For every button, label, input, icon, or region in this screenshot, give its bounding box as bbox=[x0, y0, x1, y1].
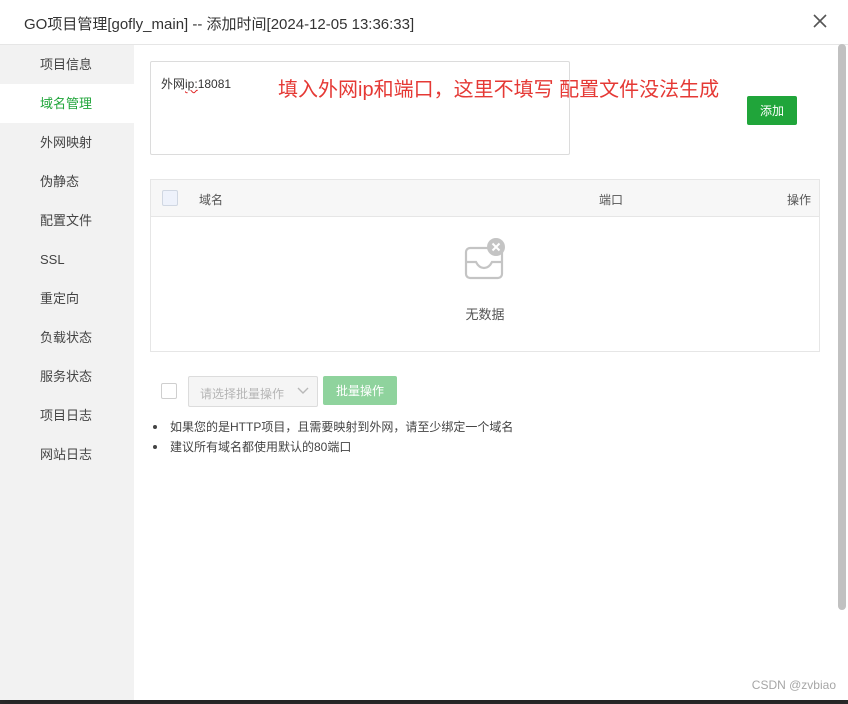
sidebar-item-project-log[interactable]: 项目日志 bbox=[0, 396, 134, 435]
batch-operation-button[interactable]: 批量操作 bbox=[323, 376, 397, 405]
sidebar-item-config-file[interactable]: 配置文件 bbox=[0, 201, 134, 240]
sidebar-item-domain-management[interactable]: 域名管理 bbox=[0, 84, 134, 123]
tip-item: 建议所有域名都使用默认的80端口 bbox=[152, 437, 513, 457]
add-button[interactable]: 添加 bbox=[747, 96, 797, 125]
batch-select-placeholder: 请选择批量操作 bbox=[200, 387, 285, 401]
close-button[interactable] bbox=[808, 9, 832, 33]
column-header-actions: 操作 bbox=[787, 193, 812, 207]
watermark: CSDN @zvbiao bbox=[751, 678, 836, 692]
sidebar-item-external-mapping[interactable]: 外网映射 bbox=[0, 123, 134, 162]
tip-item: 如果您的是HTTP项目，且需要映射到外网，请至少绑定一个域名 bbox=[152, 417, 513, 437]
empty-box-icon bbox=[464, 238, 505, 280]
column-header-domain: 域名 bbox=[199, 193, 224, 207]
batch-select-checkbox[interactable] bbox=[161, 383, 177, 399]
sidebar-item-pseudo-static[interactable]: 伪静态 bbox=[0, 162, 134, 201]
domain-table: 域名 端口 操作 无数据 bbox=[150, 179, 820, 352]
domain-textarea-value: 外网ip:18081 bbox=[161, 77, 232, 91]
sidebar-item-redirect[interactable]: 重定向 bbox=[0, 279, 134, 318]
select-all-checkbox[interactable] bbox=[162, 190, 178, 206]
sidebar-item-load-status[interactable]: 负载状态 bbox=[0, 318, 134, 357]
dialog-header: GO项目管理[gofly_main] -- 添加时间[2024-12-05 13… bbox=[0, 0, 848, 45]
column-header-port: 端口 bbox=[599, 193, 624, 207]
close-icon bbox=[813, 14, 827, 28]
sidebar-item-ssl[interactable]: SSL bbox=[0, 240, 134, 279]
batch-operation-select[interactable]: 请选择批量操作 bbox=[188, 376, 318, 407]
sidebar-item-project-info[interactable]: 项目信息 bbox=[0, 45, 134, 84]
project-dialog: GO项目管理[gofly_main] -- 添加时间[2024-12-05 13… bbox=[0, 0, 848, 700]
tips-list: 如果您的是HTTP项目，且需要映射到外网，请至少绑定一个域名 建议所有域名都使用… bbox=[152, 417, 513, 457]
scrollbar[interactable] bbox=[838, 44, 846, 610]
sidebar-item-service-status[interactable]: 服务状态 bbox=[0, 357, 134, 396]
annotation-text: 填入外网ip和端口，这里不填写 配置文件没法生成 bbox=[278, 79, 720, 101]
empty-state-text: 无数据 bbox=[465, 307, 505, 322]
domain-management-panel: 外网ip:18081 填入外网ip和端口，这里不填写 配置文件没法生成 添加 域… bbox=[134, 45, 834, 700]
dialog-title: GO项目管理[gofly_main] -- 添加时间[2024-12-05 13… bbox=[24, 16, 415, 33]
chevron-down-icon bbox=[297, 387, 309, 394]
table-header: 域名 端口 操作 bbox=[151, 180, 819, 217]
sidebar: 项目信息 域名管理 外网映射 伪静态 配置文件 SSL 重定向 负载状态 服务状… bbox=[0, 45, 134, 700]
sidebar-item-site-log[interactable]: 网站日志 bbox=[0, 435, 134, 474]
